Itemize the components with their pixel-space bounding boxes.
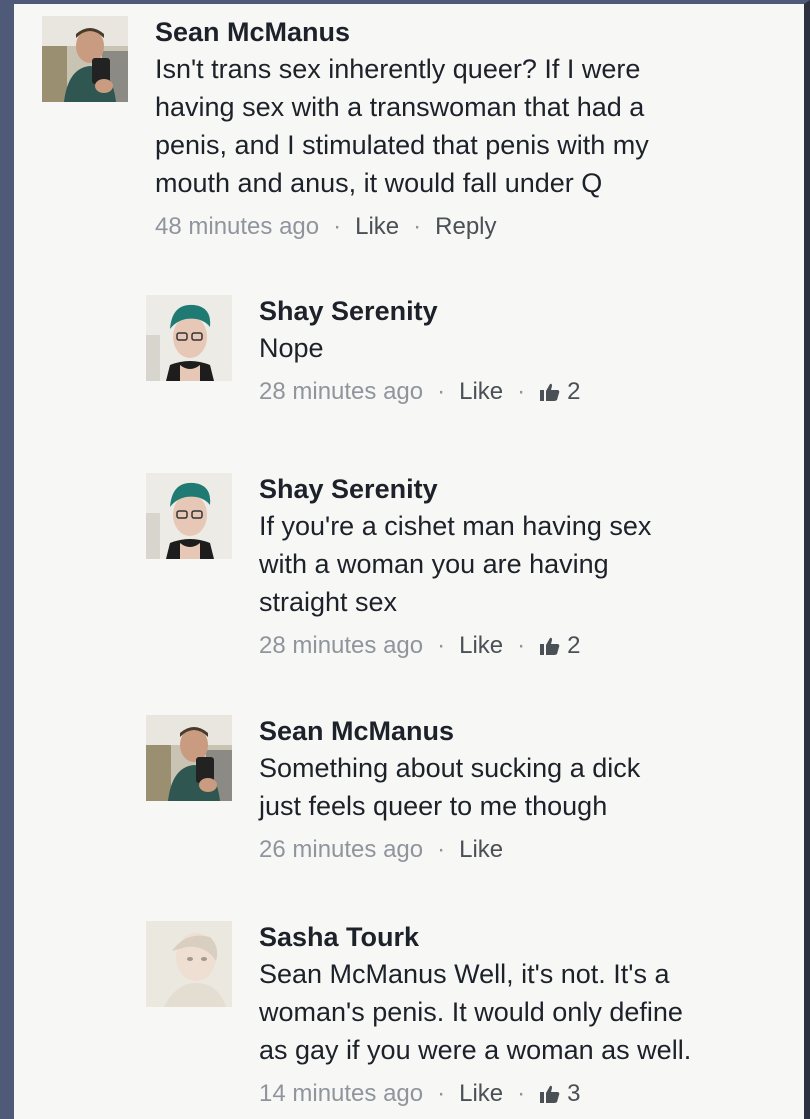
separator: · (437, 378, 446, 405)
comment-meta: 28 minutes ago · Like · 2 (259, 631, 651, 661)
comment-text: Sean McManus Well, it's not. It's a woma… (259, 959, 692, 1065)
comment-meta: 48 minutes ago · Like · Reply (155, 212, 649, 242)
comment-5: Sasha Tourk Sean McManus Well, it's not.… (146, 921, 691, 1109)
separator: · (437, 1080, 446, 1107)
like-count[interactable]: 2 (539, 377, 581, 407)
comment-author[interactable]: Sean McManus (155, 16, 649, 48)
comment-text: Nope (259, 333, 324, 363)
comment-meta: 26 minutes ago · Like (259, 835, 640, 865)
comment-text: Something about sucking a dick just feel… (259, 753, 641, 821)
avatar[interactable] (146, 295, 232, 381)
like-count[interactable]: 3 (539, 1079, 581, 1109)
thumbs-up-icon (540, 637, 560, 655)
like-button[interactable]: Like (459, 1079, 503, 1109)
separator: · (413, 213, 422, 240)
like-button[interactable]: Like (459, 377, 503, 407)
comment-author[interactable]: Shay Serenity (259, 473, 651, 505)
timestamp[interactable]: 48 minutes ago (155, 212, 319, 242)
timestamp[interactable]: 14 minutes ago (259, 1079, 423, 1109)
comment-text: If you're a cishet man having sex with a… (259, 511, 652, 617)
avatar[interactable] (146, 473, 232, 559)
separator: · (437, 836, 446, 863)
avatar[interactable] (42, 16, 128, 102)
comment-meta: 14 minutes ago · Like · 3 (259, 1079, 691, 1109)
comment-text: Isn't trans sex inherently queer? If I w… (155, 54, 649, 198)
reply-button[interactable]: Reply (435, 212, 496, 242)
comment-4: Sean McManus Something about sucking a d… (146, 715, 640, 865)
thumbs-up-icon (540, 383, 560, 401)
comment-3: Shay Serenity If you're a cishet man hav… (146, 473, 651, 661)
avatar[interactable] (146, 921, 232, 1007)
avatar[interactable] (146, 715, 232, 801)
timestamp[interactable]: 28 minutes ago (259, 631, 423, 661)
like-button[interactable]: Like (355, 212, 399, 242)
separator: · (517, 378, 526, 405)
like-count[interactable]: 2 (539, 631, 581, 661)
separator: · (517, 632, 526, 659)
comment-author[interactable]: Shay Serenity (259, 295, 581, 327)
like-button[interactable]: Like (459, 631, 503, 661)
timestamp[interactable]: 26 minutes ago (259, 835, 423, 865)
comment-thread: Sean McManus Isn't trans sex inherently … (0, 0, 810, 1119)
comment-author[interactable]: Sasha Tourk (259, 921, 691, 953)
separator: · (517, 1080, 526, 1107)
like-button[interactable]: Like (459, 835, 503, 865)
separator: · (333, 213, 342, 240)
comment-1: Sean McManus Isn't trans sex inherently … (42, 16, 649, 242)
comment-2: Shay Serenity Nope 28 minutes ago · Like… (146, 295, 581, 407)
timestamp[interactable]: 28 minutes ago (259, 377, 423, 407)
thumbs-up-icon (540, 1085, 560, 1103)
separator: · (437, 632, 446, 659)
comment-meta: 28 minutes ago · Like · 2 (259, 377, 581, 407)
comment-author[interactable]: Sean McManus (259, 715, 640, 747)
